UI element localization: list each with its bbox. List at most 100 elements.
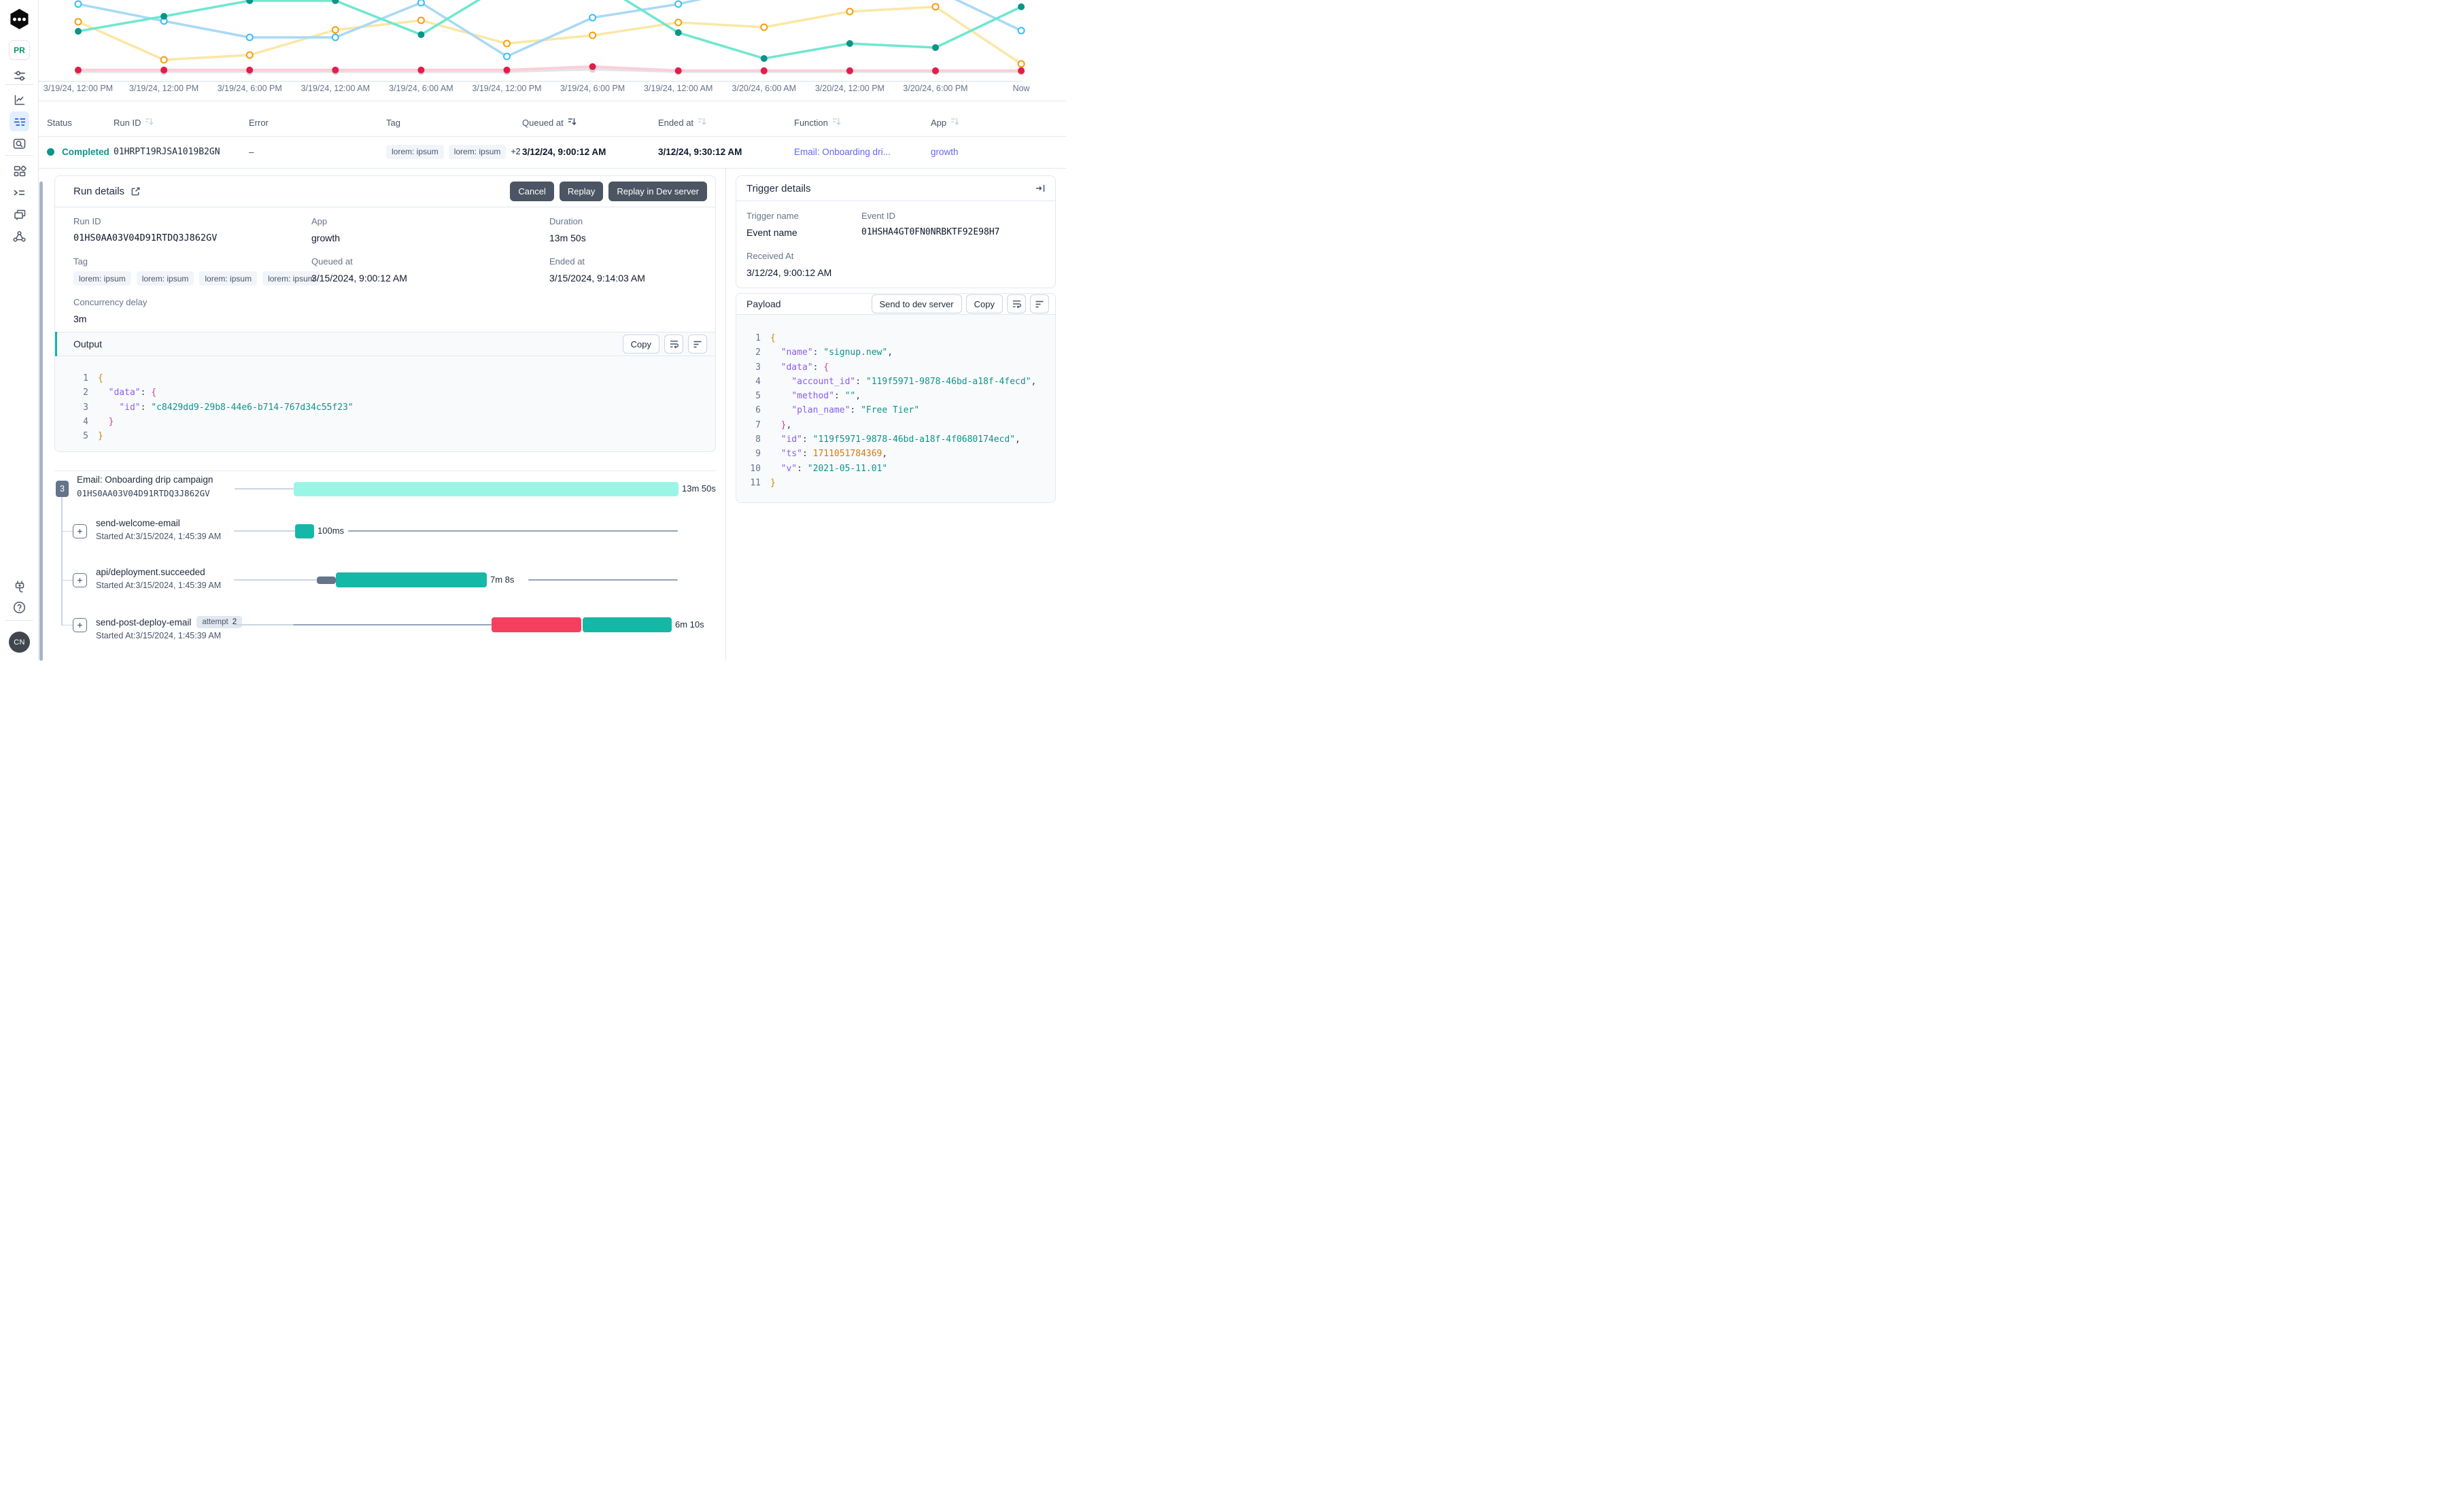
chart-point-yellow xyxy=(760,23,768,31)
chart-point-yellow xyxy=(245,51,254,59)
x-tick-label: 3/19/24, 12:00 PM xyxy=(472,84,542,93)
chart-point-sky xyxy=(331,33,339,41)
col-header-error: Error xyxy=(249,117,269,128)
chart-line-yellow xyxy=(78,5,1023,65)
col-header-ended-at[interactable]: Ended at xyxy=(658,113,707,132)
col-header-queued-at[interactable]: Queued at xyxy=(522,113,577,132)
expand-step-button[interactable]: + xyxy=(73,573,87,587)
timeline-track-line xyxy=(235,487,294,490)
app-value-link[interactable]: growth xyxy=(311,233,340,243)
chart-point-rose xyxy=(932,67,939,74)
sort-icon xyxy=(950,116,960,128)
integrations-plug-icon[interactable] xyxy=(10,577,29,596)
timeline-track-line xyxy=(348,530,678,532)
payload-code-block: 1{2 "name": "signup.new", 3 "data": {4 "a… xyxy=(736,315,1055,502)
replay-button[interactable]: Replay xyxy=(559,182,604,201)
x-tick-label: Now xyxy=(1012,84,1030,93)
sidebar-item-environments[interactable] xyxy=(10,205,29,224)
timeline-bar xyxy=(317,576,336,584)
chart-point-mint xyxy=(674,29,682,36)
chart-point-yellow xyxy=(931,3,940,11)
format-lines-icon[interactable] xyxy=(688,334,707,354)
code-line: 3 "data": { xyxy=(755,362,829,373)
chart-point-yellow xyxy=(331,26,339,34)
step-name: send-post-deploy-email attempt 2 xyxy=(96,616,243,628)
user-avatar[interactable]: CN xyxy=(9,632,30,653)
code-line: 4 } xyxy=(83,416,114,427)
timeline-track-line xyxy=(234,623,293,626)
status-badge: Completed xyxy=(62,146,109,157)
vertical-scrollbar[interactable] xyxy=(39,182,43,661)
sidebar-item-functions[interactable] xyxy=(10,183,29,203)
word-wrap-icon[interactable] xyxy=(1007,294,1026,313)
chart-point-mint xyxy=(760,55,768,62)
tag-cell: lorem: ipsum lorem: ipsum +2 xyxy=(386,143,521,160)
chart-point-rose xyxy=(674,67,682,74)
step-started-at: Started At:3/15/2024, 1:45:39 AM xyxy=(96,532,222,541)
status-cell: Completed xyxy=(47,143,109,160)
chart-point-sky xyxy=(74,0,82,8)
timeline-bar xyxy=(492,617,581,632)
expand-step-button[interactable]: + xyxy=(73,618,87,632)
collapse-panel-icon[interactable] xyxy=(1035,183,1046,194)
sidebar-item-search[interactable] xyxy=(10,134,29,154)
divider xyxy=(0,168,1066,169)
code-line: 7 }, xyxy=(755,419,792,430)
chart-line-sky xyxy=(78,0,1022,58)
step-duration: 13m 50s xyxy=(682,483,716,494)
output-title: Output xyxy=(73,339,103,349)
step-count-badge: 3 xyxy=(56,481,69,497)
x-tick-label: 3/19/24, 6:00 PM xyxy=(217,84,282,93)
sidebar-divider xyxy=(5,620,33,621)
timeline-track-line xyxy=(528,579,678,581)
chart-point-rose xyxy=(1018,67,1025,74)
chart-point-rose xyxy=(246,67,254,73)
expand-step-button[interactable]: + xyxy=(73,524,87,538)
queued-at-cell: 3/12/24, 9:00:12 AM xyxy=(522,146,606,157)
sidebar-item-runs[interactable] xyxy=(10,111,29,131)
x-tick-label: 3/20/24, 6:00 PM xyxy=(903,84,968,93)
chart-point-rose xyxy=(417,67,425,73)
payload-copy-button[interactable]: Copy xyxy=(965,294,1003,313)
help-icon[interactable] xyxy=(10,598,29,617)
step-duration: 6m 10s xyxy=(675,619,704,630)
send-to-dev-server-button[interactable]: Send to dev server xyxy=(871,294,962,313)
inngest-logo-icon[interactable] xyxy=(10,9,29,29)
timeline-bar xyxy=(294,481,679,496)
sidebar-item-metrics[interactable] xyxy=(10,90,29,109)
timeline-guide-stub xyxy=(61,530,73,532)
tag-chip: lorem: ipsum xyxy=(386,144,444,159)
chart-point-yellow xyxy=(503,39,511,48)
external-link-icon[interactable] xyxy=(131,186,141,196)
col-header-function[interactable]: Function xyxy=(794,113,842,132)
replay-dev-server-button[interactable]: Replay in Dev server xyxy=(608,182,707,201)
x-tick-label: 3/20/24, 6:00 AM xyxy=(732,84,797,93)
timeline-guide-stub xyxy=(61,624,73,625)
trigger-name-value: Event name xyxy=(746,227,797,238)
chart-x-axis: 3/19/24, 12:00 PM 3/19/24, 12:00 PM 3/19/2… xyxy=(39,84,1066,97)
received-at-value: 3/12/24, 9:00:12 AM xyxy=(746,267,832,278)
chart-point-sky xyxy=(1017,27,1025,35)
workspace-badge[interactable]: PR xyxy=(9,40,30,60)
col-header-app[interactable]: App xyxy=(931,113,960,132)
filters-sliders-icon[interactable] xyxy=(10,66,29,86)
word-wrap-icon[interactable] xyxy=(664,334,683,354)
format-lines-icon[interactable] xyxy=(1030,294,1049,313)
app-label: App xyxy=(311,216,328,226)
chart-point-yellow xyxy=(846,7,854,16)
sidebar-divider xyxy=(5,155,33,156)
x-tick-label: 3/19/24, 6:00 AM xyxy=(389,84,453,93)
run-details-card: Run details Cancel Replay Replay in Dev … xyxy=(54,175,716,452)
duration-label: Duration xyxy=(549,216,583,226)
chart-point-rose xyxy=(503,67,511,73)
col-header-run-id[interactable]: Run ID xyxy=(114,113,154,132)
chart-point-sky xyxy=(674,0,683,8)
app-link[interactable]: growth xyxy=(931,143,959,160)
function-link[interactable]: Email: Onboarding dri... xyxy=(794,143,891,160)
cancel-button[interactable]: Cancel xyxy=(510,182,554,201)
output-copy-button[interactable]: Copy xyxy=(622,334,659,354)
x-tick-label: 3/20/24, 12:00 PM xyxy=(814,84,885,93)
sidebar-item-apps[interactable] xyxy=(10,161,29,181)
sidebar-item-webhooks[interactable] xyxy=(10,226,29,246)
tags-more: +2 xyxy=(511,147,521,156)
